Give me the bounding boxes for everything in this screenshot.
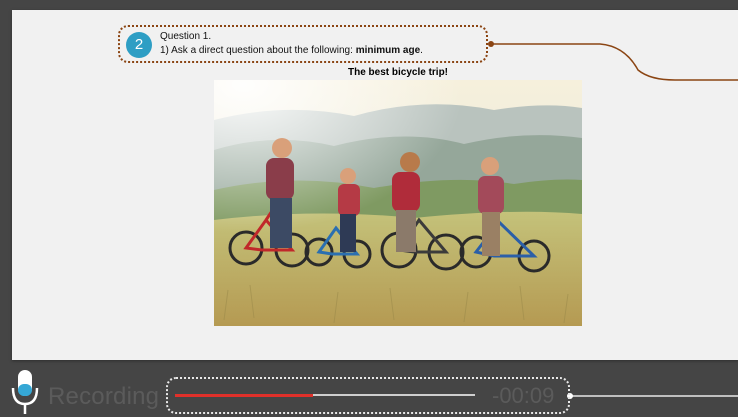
family-bicycle-photo xyxy=(214,80,582,326)
photo-title: The best bicycle trip! xyxy=(347,67,449,78)
question-number-badge: 2 xyxy=(126,32,152,58)
recording-progress-fill xyxy=(175,393,313,397)
microphone-icon[interactable] xyxy=(10,368,40,417)
recording-label: Recording xyxy=(48,383,160,410)
question-prompt-prefix: 1) Ask a direct question about the follo… xyxy=(160,45,356,56)
photo-illustration xyxy=(214,80,582,326)
recording-progress-track[interactable] xyxy=(175,393,475,397)
question-title: Question 1. xyxy=(160,31,212,42)
recording-timer: -00:09 xyxy=(492,383,555,408)
question-keyword: minimum age xyxy=(355,45,421,56)
question-prompt: 1) Ask a direct question about the follo… xyxy=(160,45,423,56)
question-prompt-suffix: . xyxy=(420,45,423,56)
